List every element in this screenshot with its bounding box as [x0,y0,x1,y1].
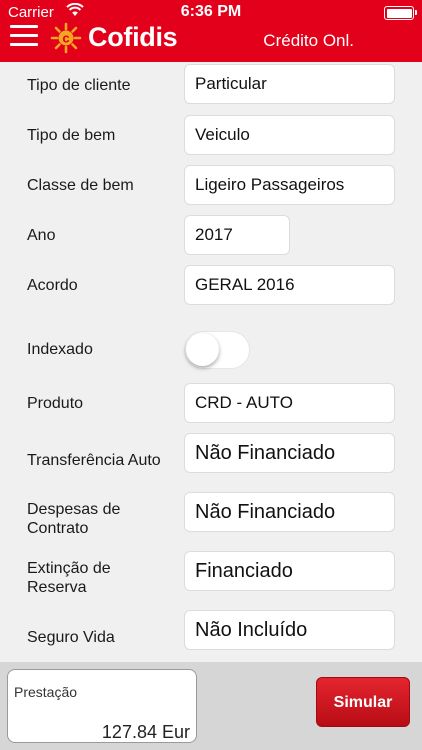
ano-field[interactable]: 2017 [184,215,290,255]
toggle-knob [186,333,219,366]
battery-icon [384,6,417,20]
status-bar: Carrier 6:36 PM [0,0,422,24]
seguro-vida-select[interactable]: Não Incluído [184,610,395,650]
tipo-cliente-select[interactable]: Particular [184,64,395,104]
despesas-contrato-label-line1: Despesas de [27,501,121,518]
prestacao-value: 127.84 Eur [101,722,190,742]
ano-label: Ano [27,227,56,244]
seguro-vida-label: Seguro Vida [27,629,115,646]
menu-icon[interactable] [10,25,38,47]
sun-logo-icon: c [50,22,82,54]
prestacao-box: Prestação 127.84 Eur [7,669,197,743]
acordo-label: Acordo [27,277,78,294]
transferencia-auto-label: Transferência Auto [27,452,161,469]
brand-name: Cofidis [88,22,178,52]
indexado-label: Indexado [27,341,93,358]
simulation-form: Tipo de cliente Particular Tipo de bem V… [0,62,422,662]
transferencia-auto-select[interactable]: Não Financiado [184,433,395,473]
despesas-contrato-select[interactable]: Não Financiado [184,492,395,532]
tipo-bem-select[interactable]: Veiculo [184,115,395,155]
logo-letter: c [62,31,69,46]
extincao-reserva-select[interactable]: Financiado [184,551,395,591]
produto-select[interactable]: CRD - AUTO [184,383,395,423]
prestacao-label: Prestação [14,684,78,700]
despesas-contrato-label-line2: Contrato [27,520,89,537]
simular-button[interactable]: Simular [316,677,410,727]
extincao-reserva-label-line2: Reserva [27,579,87,596]
tipo-bem-label: Tipo de bem [27,127,116,144]
tipo-cliente-label: Tipo de cliente [27,77,131,94]
acordo-select[interactable]: GERAL 2016 [184,265,395,305]
clock: 6:36 PM [180,3,242,20]
classe-bem-select[interactable]: Ligeiro Passageiros [184,165,395,205]
classe-bem-label: Classe de bem [27,177,134,194]
extincao-reserva-label-line1: Extinção de [27,560,111,577]
indexado-toggle[interactable] [184,331,250,369]
produto-label: Produto [27,395,84,412]
page-title: Crédito Onl. [263,31,354,50]
bottom-bar: Prestação 127.84 Eur Simular [0,662,422,750]
top-bar: Carrier 6:36 PM c Cofidis Crédito Onl. [0,0,422,62]
